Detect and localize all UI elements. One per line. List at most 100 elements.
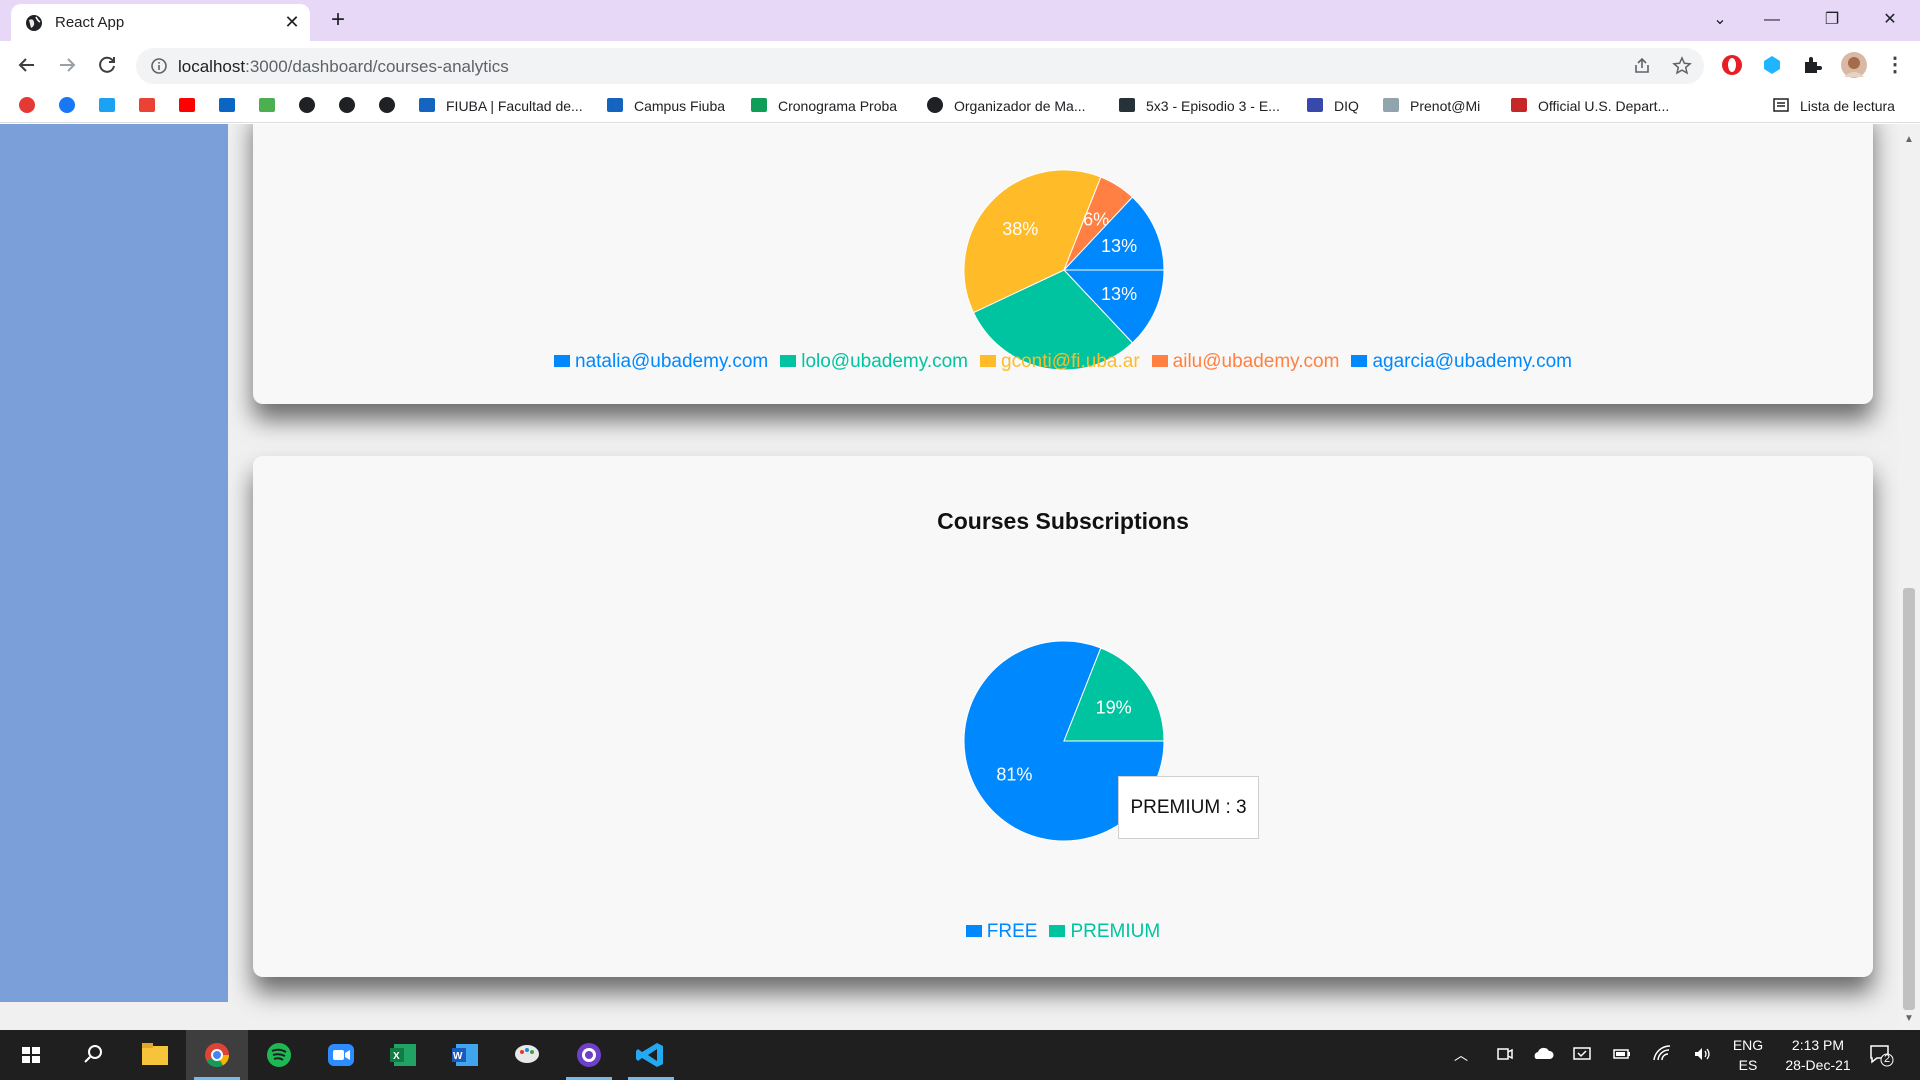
- legend-swatch: [1351, 355, 1368, 367]
- legend-item[interactable]: gconti@fi.uba.ar: [980, 351, 1140, 373]
- legend-label: FREE: [986, 921, 1038, 942]
- notification-count: 2: [1883, 1053, 1891, 1065]
- legend-label: agarcia@ubademy.com: [1372, 351, 1572, 372]
- github-desktop-icon: [577, 1043, 601, 1067]
- window-close-button[interactable]: ✕: [1870, 6, 1910, 34]
- top-chart-legend: natalia@ubademy.com lolo@ubademy.com gcont…: [253, 351, 1873, 373]
- gmail-icon: [139, 98, 155, 112]
- subscriptions-card: Courses Subscriptions 81% 19% PREMIUM : 3…: [253, 456, 1873, 977]
- forward-icon[interactable]: [52, 50, 82, 80]
- clock-date[interactable]: 28-Dec-21: [1772, 1057, 1864, 1073]
- vscode-icon: [636, 1043, 663, 1067]
- minimize-button[interactable]: —: [1752, 6, 1792, 34]
- github-desktop-app[interactable]: [558, 1030, 620, 1080]
- back-icon[interactable]: [12, 50, 42, 80]
- fiuba-icon: [419, 98, 435, 112]
- wifi-icon[interactable]: [1652, 1045, 1672, 1063]
- battery-icon[interactable]: [1612, 1045, 1632, 1063]
- github-icon: [339, 97, 355, 113]
- subscriptions-pie-chart: 81% 19%: [963, 640, 1165, 842]
- avatar[interactable]: [1840, 51, 1868, 79]
- reading-list-label: Lista de lectura: [1800, 98, 1895, 114]
- tool-icon: [259, 98, 275, 112]
- facebook-icon: [59, 97, 75, 113]
- top-chart-card: 13% 38% 6% 13% natalia@ubademy.com lolo@ubad…: [253, 124, 1873, 404]
- vscode-app[interactable]: [620, 1030, 682, 1080]
- legend-swatch: [554, 355, 571, 367]
- legend-swatch: [1049, 925, 1066, 937]
- search-icon[interactable]: [62, 1030, 124, 1080]
- subscriptions-legend: FREE PREMIUM: [253, 921, 1873, 943]
- extension-icon[interactable]: [1760, 53, 1784, 77]
- pie-percent-label: 81%: [996, 765, 1032, 785]
- site-info-icon[interactable]: [150, 57, 168, 75]
- flag-icon: [1511, 98, 1527, 112]
- excel-icon[interactable]: X: [372, 1030, 434, 1080]
- legend-item[interactable]: natalia@ubademy.com: [554, 351, 768, 373]
- chrome-app[interactable]: [186, 1030, 248, 1080]
- bookmark-label: Prenot@Mi: [1410, 98, 1481, 114]
- puzzle-icon[interactable]: [1800, 53, 1824, 77]
- opera-icon[interactable]: [1720, 53, 1744, 77]
- meet-now-icon[interactable]: [1496, 1045, 1514, 1063]
- reload-icon[interactable]: [92, 50, 122, 80]
- onedrive-icon[interactable]: [1532, 1045, 1554, 1063]
- scrollbar[interactable]: ▲ ▼: [1898, 124, 1920, 1030]
- display-icon[interactable]: [1572, 1045, 1592, 1063]
- bookmark-label: FIUBA | Facultad de...: [446, 98, 583, 114]
- bookmark-label: Cronograma Proba: [778, 98, 898, 114]
- legend-item[interactable]: ailu@ubademy.com: [1151, 351, 1340, 373]
- scroll-up-icon[interactable]: ▲: [1898, 134, 1920, 145]
- language-indicator[interactable]: ENG: [1728, 1037, 1768, 1053]
- legend-swatch: [965, 925, 982, 937]
- browser-toolbar: localhost:3000/dashboard/courses-analyti…: [0, 41, 1920, 89]
- menu-icon[interactable]: ⋮: [1880, 50, 1910, 80]
- tab-title: React App: [55, 14, 125, 31]
- new-tab-button[interactable]: +: [324, 7, 352, 35]
- pie-percent-label: 38%: [1002, 219, 1038, 239]
- zoom-icon[interactable]: [310, 1030, 372, 1080]
- pie-percent-label: 19%: [1096, 697, 1132, 717]
- bookmarks-bar: FIUBA | Facultad de... Campus Fiuba Cronog…: [0, 89, 1920, 123]
- bookmark-label: Organizador de Ma...: [954, 98, 1086, 114]
- tab-react-app[interactable]: React App ✕: [11, 4, 310, 41]
- chart-tooltip: PREMIUM : 3: [1118, 776, 1259, 839]
- volume-icon[interactable]: [1692, 1045, 1712, 1063]
- document-icon: [1383, 98, 1399, 112]
- pie-percent-label: 13%: [1101, 236, 1137, 256]
- chevron-down-icon[interactable]: ⌄: [1700, 6, 1740, 34]
- globe-icon: [927, 97, 943, 113]
- bookmark-label: Campus Fiuba: [634, 98, 726, 114]
- sheets-icon: [751, 98, 767, 112]
- share-icon[interactable]: [1632, 56, 1652, 76]
- start-icon[interactable]: [0, 1030, 62, 1080]
- legend-swatch: [980, 355, 997, 367]
- spotify-icon[interactable]: [248, 1030, 310, 1080]
- paint-icon[interactable]: [496, 1030, 558, 1080]
- scroll-down-icon[interactable]: ▼: [1898, 1013, 1920, 1024]
- chevron-up-icon[interactable]: ︿: [1454, 1045, 1468, 1065]
- scroll-thumb[interactable]: [1903, 588, 1915, 1010]
- keyboard-layout[interactable]: ES: [1728, 1057, 1768, 1073]
- word-icon[interactable]: W: [434, 1030, 496, 1080]
- bookmark-label: DIQ: [1334, 98, 1359, 114]
- url-text[interactable]: localhost:3000/dashboard/courses-analyti…: [178, 57, 509, 77]
- globe-icon: [26, 15, 42, 31]
- taskbar: X W ︿ ENG ES 2:13 PM 28-Dec-21 2: [0, 1030, 1920, 1080]
- opera-alert-icon: [19, 97, 35, 113]
- star-icon[interactable]: [1672, 56, 1692, 76]
- page-content: 13% 38% 6% 13% natalia@ubademy.com lolo@ubad…: [0, 124, 1920, 1030]
- twitter-icon: [99, 98, 115, 112]
- legend-item[interactable]: lolo@ubademy.com: [780, 351, 968, 373]
- clock-time[interactable]: 2:13 PM: [1772, 1037, 1864, 1053]
- legend-label: natalia@ubademy.com: [575, 351, 769, 372]
- legend-item[interactable]: agarcia@ubademy.com: [1351, 351, 1572, 373]
- close-icon[interactable]: ✕: [281, 11, 303, 33]
- legend-item[interactable]: PREMIUM: [1049, 921, 1160, 943]
- address-bar[interactable]: localhost:3000/dashboard/courses-analyti…: [136, 48, 1704, 84]
- legend-label: ailu@ubademy.com: [1172, 351, 1340, 372]
- restore-button[interactable]: ❐: [1812, 6, 1852, 34]
- pie-percent-label: 13%: [1101, 284, 1137, 304]
- file-explorer-icon[interactable]: [124, 1030, 186, 1080]
- legend-item[interactable]: FREE: [965, 921, 1038, 943]
